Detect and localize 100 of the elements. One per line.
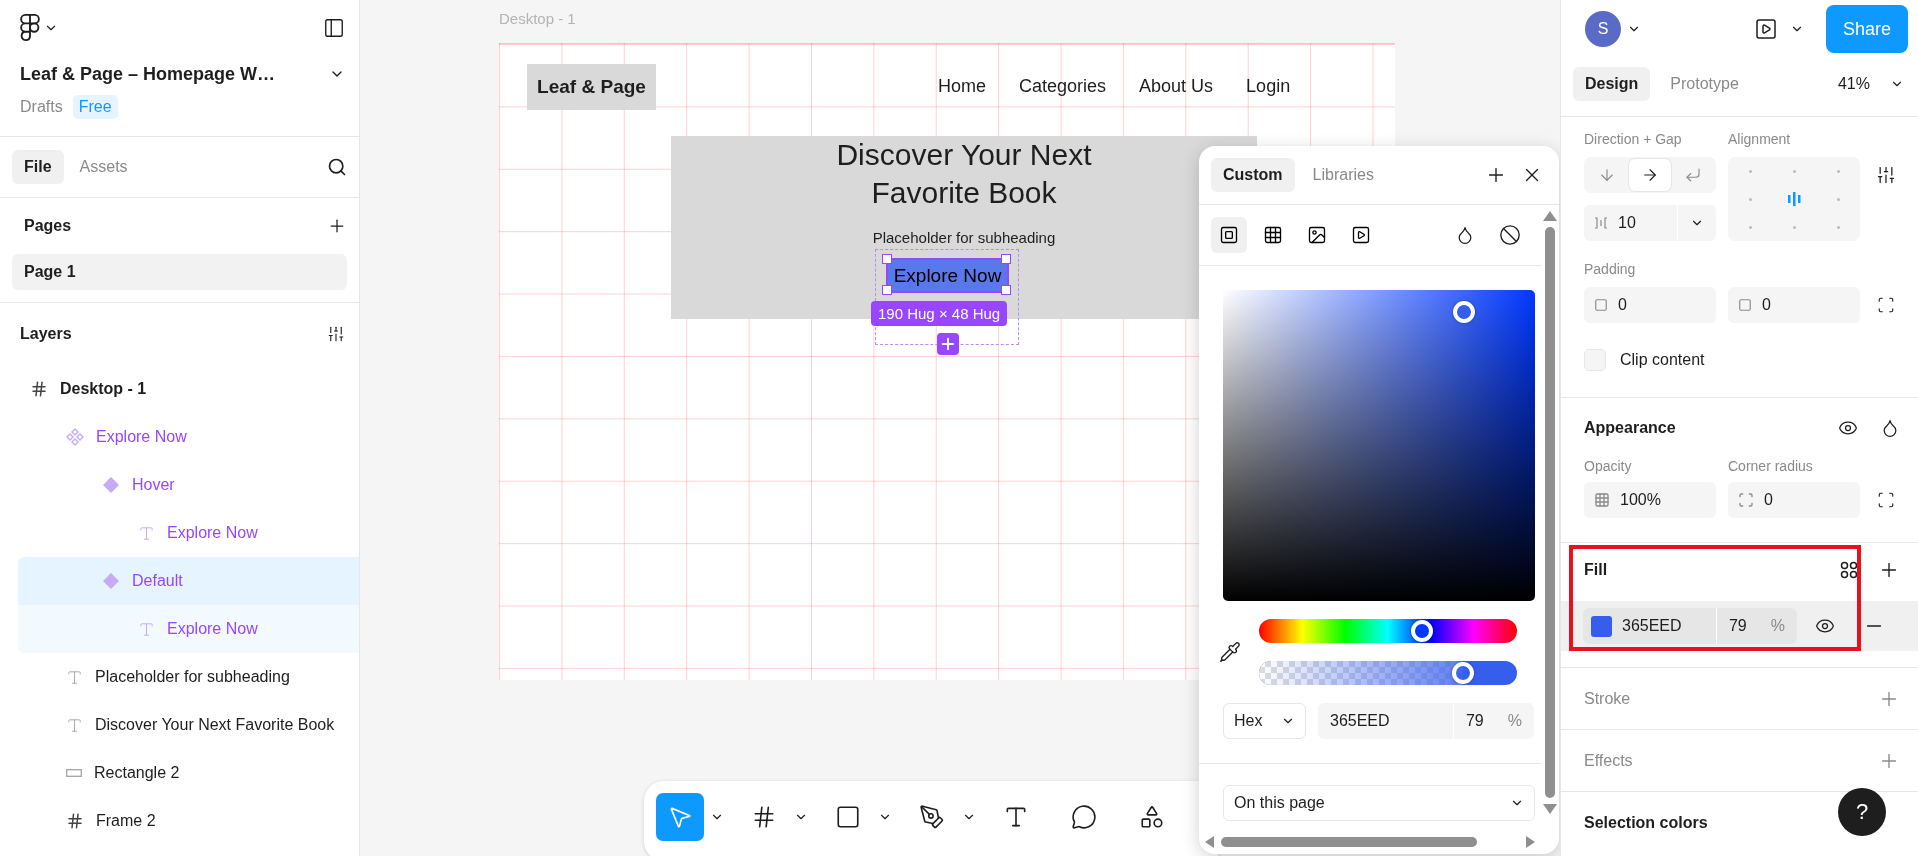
scroll-right-icon[interactable] [1525,836,1535,848]
alignment-dot[interactable] [1748,225,1752,229]
resize-handle[interactable] [882,254,892,264]
padding-icon [1594,298,1608,312]
rectangle-icon [66,769,82,777]
saturation-field[interactable] [1223,290,1535,601]
layer-row[interactable]: Discover Your Next Favorite Book [18,701,359,749]
properties-tab[interactable]: Prototype [1658,67,1751,101]
alignment-dot[interactable] [1748,197,1752,201]
project-location[interactable]: Drafts [20,98,63,116]
panel-tab[interactable]: File [12,150,64,184]
cta-button[interactable]: Explore Now [888,260,1007,291]
checkbox[interactable] [1584,349,1606,371]
solid-fill-icon [1219,225,1239,245]
section-heading: Pages [23,217,72,235]
comment-icon [1071,804,1097,830]
plus-icon [939,335,957,353]
individual-padding-icon[interactable] [1877,296,1895,314]
scroll-up-icon[interactable] [1543,211,1557,221]
collapse-layers-icon[interactable] [327,325,345,343]
diamond-icon [102,476,120,494]
layer-row[interactable]: Explore Now [18,509,359,557]
checkbox-label[interactable]: Clip content [1620,351,1705,369]
file-title[interactable]: Leaf & Page – Homepage W… [20,63,276,85]
resize-handle[interactable] [882,285,892,295]
alignment-dot[interactable] [1836,225,1840,229]
hidden-icon[interactable] [1499,224,1521,246]
zoom-level[interactable]: 41% [1837,75,1870,93]
scroll-left-icon[interactable] [1205,836,1215,848]
layer-row[interactable]: Explore Now [18,413,359,461]
properties-tab[interactable]: Design [1573,67,1651,101]
sidebar-toggle-icon[interactable] [323,17,345,39]
alignment-dot[interactable] [1792,225,1796,229]
hue-handle[interactable] [1410,620,1433,642]
add-button[interactable] [937,333,959,355]
text-icon [66,668,83,686]
picker-tab[interactable]: Libraries [1300,158,1386,192]
frame-icon [66,812,84,830]
size-badge: 190 Hug × 48 Hug [871,301,1008,326]
resize-handle[interactable] [1001,254,1011,264]
scroll-down-icon[interactable] [1543,804,1557,814]
gap-icon [1594,216,1608,230]
page-item[interactable]: Page 1 [12,254,347,290]
padding-field[interactable]: 0 [1728,287,1860,323]
fill-color-field[interactable]: 365EED 79 % [1583,608,1797,644]
alignment-dot[interactable] [1836,197,1840,201]
opacity-field[interactable]: 100% [1584,482,1716,518]
alignment-dot[interactable] [1836,169,1840,173]
picker-tab[interactable]: Custom [1211,158,1295,192]
scrollbar-thumb[interactable] [1221,837,1477,847]
section-title: Stroke [1584,689,1631,708]
logo-block: Leaf & Page [527,64,656,110]
format-select[interactable]: Hex [1223,703,1306,739]
layer-row[interactable]: Placeholder for subheading [18,653,359,701]
help-button[interactable]: ? [1838,788,1886,836]
padding-field[interactable]: 0 [1584,287,1716,323]
independent-corners-icon[interactable] [1877,491,1895,509]
user-avatar[interactable]: S [1585,11,1621,47]
field-label: Alignment [1728,131,1792,147]
wrap-icon [1683,166,1702,184]
color-swatch[interactable] [1591,615,1612,637]
scrollbar-thumb[interactable] [1545,227,1555,798]
search-icon[interactable] [327,157,347,177]
layer-row[interactable]: Rectangle 2 [18,749,359,797]
alignment-dot[interactable] [1792,169,1796,173]
layer-row[interactable]: Hover [18,461,359,509]
layer-row[interactable]: Desktop - 1 [18,365,359,413]
layer-row[interactable]: Default [18,557,359,605]
present-icon[interactable] [1754,17,1778,41]
field-label: Direction + Gap [1584,131,1683,147]
frame-icon [30,380,48,398]
field-label: Opacity [1584,458,1633,474]
layer-row[interactable]: Explore Now [18,605,359,653]
gap-field[interactable]: 10 [1584,205,1716,241]
eyedropper-icon[interactable] [1219,641,1241,663]
diamond-icon [102,572,120,590]
hex-field[interactable]: 365EED 79 % [1318,703,1534,739]
opacity-icon [1594,492,1610,508]
panel-tab[interactable]: Assets [67,150,140,184]
paint-type-button[interactable] [1211,217,1247,253]
text-icon [138,524,155,542]
styles-icon[interactable] [1840,561,1858,579]
corner-radius-icon [1738,492,1754,508]
rectangle-icon [835,804,861,830]
pattern-icon [1263,225,1283,245]
corner-radius-field[interactable]: 0 [1728,482,1860,518]
resize-handle[interactable] [1001,285,1011,295]
app-logo-icon[interactable] [20,14,40,42]
hue-slider[interactable] [1259,619,1517,643]
alignment-dot[interactable] [1748,169,1752,173]
text-icon [66,716,83,734]
nav-link: Login [1246,76,1291,97]
layout-settings-icon[interactable] [1876,165,1896,185]
direction-button[interactable] [1628,159,1672,191]
alpha-slider[interactable] [1259,661,1517,685]
hero-heading: Discover Your Next Favorite Book [835,137,1093,211]
padding-icon [1738,298,1752,312]
color-handle[interactable] [1452,300,1475,323]
layer-row[interactable]: Frame 2 [18,797,359,845]
scope-select[interactable]: On this page [1223,785,1535,821]
